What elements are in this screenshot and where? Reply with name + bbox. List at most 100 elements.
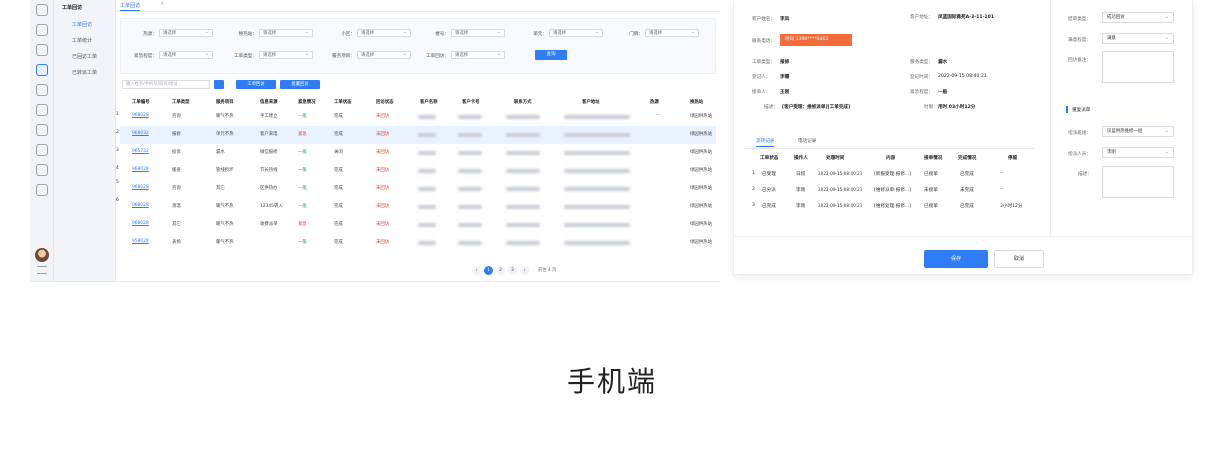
order-id-link[interactable]: 958028 [132,239,149,244]
station-select[interactable]: 请选择 [259,29,313,37]
table-row[interactable]: 958028 表扬 暖气不热 一般 完成 未回访 绿园供热站 [120,234,716,252]
shield-icon[interactable] [36,124,48,136]
close-icon[interactable]: × [160,1,164,7]
desc-textarea[interactable] [1102,166,1174,198]
divider [1050,0,1051,236]
tab-work-order-visit[interactable]: 工单回访 [120,2,141,11]
order-id-link[interactable]: 965732 [132,149,149,154]
cell-type: 测温 [172,204,181,209]
visit-action-button[interactable]: 工单回访 [236,80,276,89]
unit-select[interactable]: 请选择 [549,29,603,37]
urgency-select[interactable]: 请选择 [159,51,213,59]
next-page-button[interactable]: › [520,266,529,275]
order-id-link[interactable]: 968032 [132,131,149,136]
cancel-button[interactable]: 取消 [994,250,1044,268]
redacted-cell [418,151,436,155]
redacted-cell [506,169,540,173]
cell-station: 绿园供热站 [690,204,712,209]
divider [734,236,1192,237]
tab-flow-record[interactable]: 流转记录 [756,138,775,147]
cell-source: 收费派单 [260,222,278,227]
order-id-link[interactable]: 968028 [132,203,149,208]
work-order-icon[interactable] [36,64,48,76]
search-icon[interactable] [214,80,224,89]
visit-select[interactable]: 请选择 [451,51,505,59]
flow-col-content: 内容 [886,156,896,161]
table-row[interactable]: 4 968028 缓查 管线损坏 节长热线 一般 完成 未回访 绿园供热站 [116,162,716,180]
cell-visit: 未回访 [376,204,390,209]
desc-label: 描述： [764,105,778,110]
redacted-cell [418,133,436,137]
cell-type: 投诉 [172,150,181,155]
settings-icon[interactable] [36,184,48,196]
dispatch-dept-select[interactable]: 凤蓝供热维修一组 [1102,126,1174,137]
page-button[interactable]: 2 [496,266,505,275]
batch-visit-button[interactable]: 批量回访 [280,80,320,89]
table-row[interactable]: 2 968032 报修 单元不热 客户来电 紧急 完成 未回访 绿园供热站 [116,126,716,144]
avatar[interactable] [35,248,49,262]
chart-icon[interactable] [36,144,48,156]
cell-urgent: 一般 [298,168,307,173]
order-id-link[interactable]: 968028 [132,113,149,118]
service-select[interactable]: 请选择 [357,51,411,59]
row-number: 6 [116,198,119,203]
flow-cell-accept: 未接单 [924,188,938,193]
submenu-item-visited[interactable]: 已回访工单 [72,53,97,60]
flow-col-operator: 操作人 [794,156,808,161]
work-order-detail-screenshot: 客户姓名： 李凤 客户地址： 凤蓝国际雅苑A-3-11-101 联系电话： 呼叫… [733,0,1193,275]
table-row[interactable]: 1 968028 咨询 暖气不热 手工建立 一般 完成 未回访 -- 绿园供热站 [116,108,716,126]
flow-cell-done: 已完成 [960,204,974,209]
submenu-title: 工单回访 [62,5,83,11]
community-select[interactable]: 请选择 [357,29,411,37]
table-row[interactable]: 6 968028 测温 暖气不热 12345转入 一般 完成 未回访 绿园供热站 [116,198,716,216]
page-button[interactable]: 3 [508,266,517,275]
page-jump[interactable]: 前往 4 页 [538,267,556,273]
warning-icon[interactable] [36,104,48,116]
group-icon[interactable] [36,164,48,176]
submenu-item-visit[interactable]: 工单回访 [72,21,92,28]
satisfaction-select[interactable]: 满意 [1102,33,1174,44]
document-icon[interactable] [36,44,48,56]
filter-label: 工单回访： [426,54,449,59]
heat-source-select[interactable]: 请选择 [159,29,213,37]
result-type-select[interactable]: 成功回访 [1102,12,1174,23]
call-button[interactable]: 呼叫 1390****9463 [780,34,852,46]
home-icon[interactable] [36,4,48,16]
menu-icon[interactable] [37,266,47,274]
building-select[interactable]: 请选择 [451,29,505,37]
flow-cell-num: 3 [752,203,755,208]
order-id-link[interactable]: 968028 [132,185,149,190]
submenu-item-transferred[interactable]: 已转派工单 [72,69,97,76]
satisfaction-label: 满意程度： [1068,38,1091,43]
work-order-list-screenshot: 工单回访 工单回访 工单统计 已回访工单 已转派工单 工单回访 × 热源： 请选… [30,0,720,282]
table-row[interactable]: 3 965732 投诉 漏水 微信报修 一般 关闭 未回访 绿园供热站 [116,144,716,162]
order-id-link[interactable]: 968028 [132,167,149,172]
search-input[interactable]: 输入姓名/手机号/房号/地址 [122,80,210,89]
filter-label: 工单类型： [234,54,257,59]
order-id-link[interactable]: 968028 [132,221,149,226]
table-row[interactable]: 5 968028 咨询 其它 区供热办 一般 完成 未回访 绿园供热站 [116,180,716,198]
search-button[interactable]: 查询 [535,50,567,60]
prev-page-button[interactable]: ‹ [472,266,481,275]
cell-urgent: 紧急 [298,132,307,137]
service-type-label: 服务类型： [910,60,933,65]
customer-name-label: 客户姓名： [752,17,775,22]
save-button[interactable]: 保存 [924,250,988,268]
dispatch-person-select[interactable]: 李刚 [1102,147,1174,158]
door-select[interactable]: 请选择 [645,29,699,37]
cell-type: 报修 [172,132,181,137]
tab-call-record[interactable]: 电话记录 [798,138,816,144]
flow-cell-op: 李刚 [796,204,806,209]
page-button[interactable]: 1 [484,266,493,275]
order-type-select[interactable]: 请选择 [259,51,313,59]
submenu-item-stats[interactable]: 工单统计 [72,37,92,44]
cell-status: 完成 [334,168,343,173]
bell-icon[interactable] [36,84,48,96]
cell-source: 客户来电 [260,132,278,137]
flow-cell-stay: 3小时12分 [1000,204,1023,209]
remark-textarea[interactable] [1102,51,1174,83]
user-icon[interactable] [36,24,48,36]
table-row[interactable]: 968028 其它 暖气不热 收费派单 紧急 完成 未回访 绿园供热站 [120,216,716,234]
flow-cell-stay: -- [1000,171,1004,176]
cell-status: 完成 [334,132,343,137]
